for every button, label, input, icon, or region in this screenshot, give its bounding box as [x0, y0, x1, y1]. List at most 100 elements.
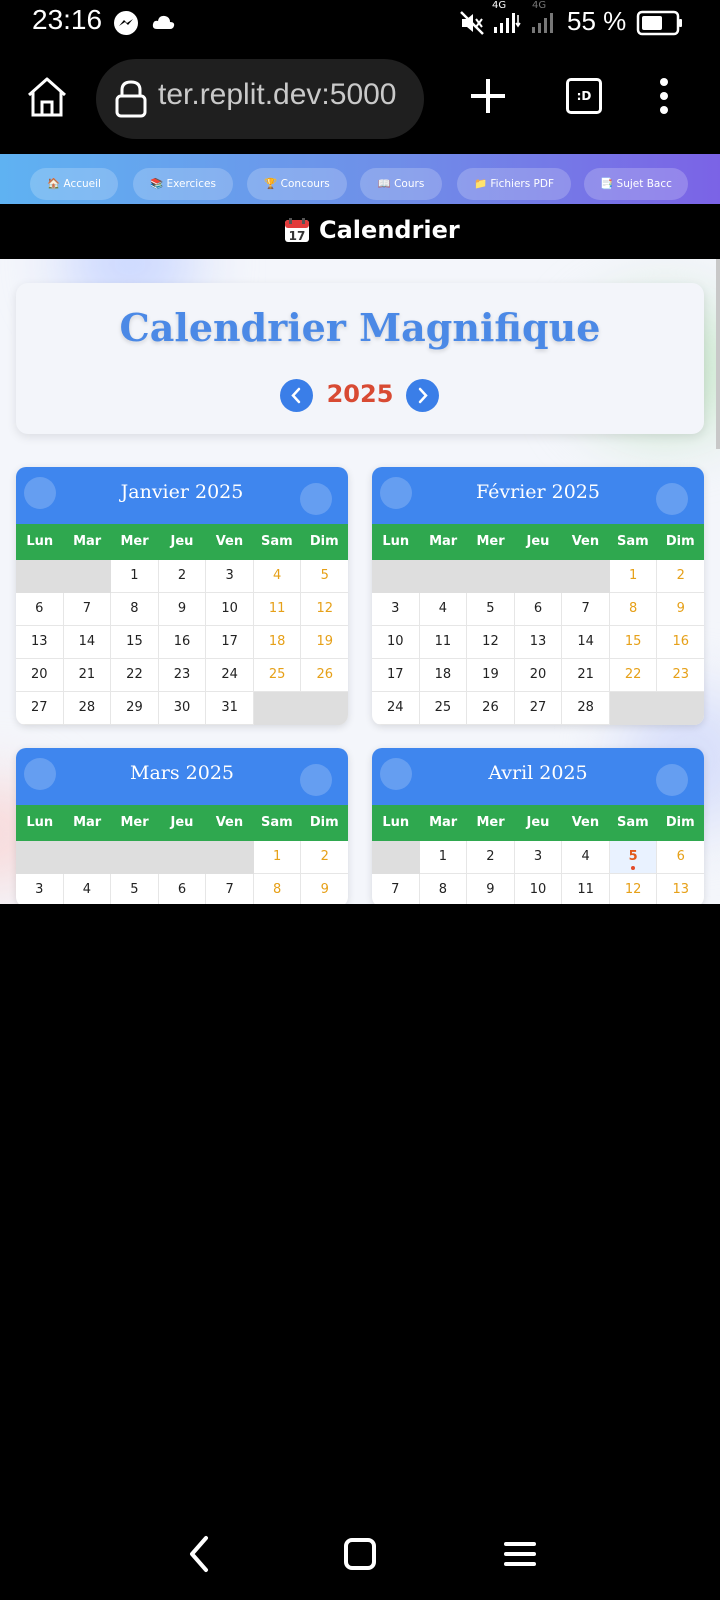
home-square-icon[interactable]: [340, 1534, 380, 1574]
day-cell[interactable]: 24: [372, 692, 420, 725]
day-cell[interactable]: 23: [158, 659, 207, 692]
day-cell[interactable]: 10: [515, 874, 563, 904]
day-cell[interactable]: 2: [301, 841, 348, 874]
day-cell[interactable]: 11: [562, 874, 610, 904]
day-cell[interactable]: 5: [301, 560, 348, 593]
day-cell[interactable]: 7: [372, 874, 420, 904]
scrollbar[interactable]: [716, 259, 720, 449]
day-cell[interactable]: 13: [16, 626, 64, 659]
back-icon[interactable]: [180, 1534, 220, 1574]
day-cell[interactable]: 15: [111, 626, 159, 659]
day-cell[interactable]: 20: [514, 659, 563, 692]
next-year-button[interactable]: [406, 379, 439, 412]
day-cell[interactable]: 9: [158, 593, 207, 626]
day-cell[interactable]: 29: [111, 692, 159, 725]
day-cell[interactable]: 5: [609, 841, 658, 874]
day-cell[interactable]: 1: [419, 841, 468, 874]
day-cell[interactable]: 21: [63, 659, 112, 692]
nav-item-sujet-bacc[interactable]: 📑 Sujet Bacc: [584, 168, 688, 200]
day-cell[interactable]: 7: [63, 593, 112, 626]
day-cell[interactable]: 4: [64, 874, 112, 904]
day-cell[interactable]: 18: [419, 659, 468, 692]
plus-icon[interactable]: [468, 76, 508, 116]
day-cell[interactable]: 20: [16, 659, 64, 692]
day-cell[interactable]: 1: [609, 560, 658, 593]
day-cell[interactable]: 22: [609, 659, 658, 692]
day-cell[interactable]: 11: [253, 593, 302, 626]
day-cell[interactable]: 19: [301, 626, 348, 659]
day-cell[interactable]: 4: [419, 593, 468, 626]
tabs-button[interactable]: :D: [566, 78, 602, 114]
day-cell[interactable]: 7: [206, 874, 254, 904]
day-cell[interactable]: 31: [206, 692, 254, 725]
day-cell[interactable]: 6: [657, 841, 704, 874]
day-cell[interactable]: 6: [159, 874, 207, 904]
day-cell[interactable]: 3: [372, 593, 420, 626]
day-cell[interactable]: 17: [206, 626, 254, 659]
day-cell[interactable]: 18: [253, 626, 302, 659]
day-cell[interactable]: 12: [301, 593, 348, 626]
url-bar[interactable]: ter.replit.dev:5000: [96, 59, 424, 139]
day-cell[interactable]: 1: [111, 560, 159, 593]
nav-item-concours[interactable]: 🏆 Concours: [247, 168, 347, 200]
day-cell[interactable]: 12: [467, 626, 515, 659]
day-cell[interactable]: 10: [372, 626, 420, 659]
day-cell[interactable]: 25: [253, 659, 302, 692]
day-cell[interactable]: 3: [16, 874, 64, 904]
day-cell[interactable]: 8: [254, 874, 302, 904]
day-cell[interactable]: 26: [467, 692, 515, 725]
day-cell[interactable]: 12: [610, 874, 658, 904]
day-cell[interactable]: 14: [63, 626, 112, 659]
day-cell[interactable]: 9: [467, 874, 515, 904]
day-cell[interactable]: 27: [16, 692, 64, 725]
day-cell[interactable]: 8: [609, 593, 658, 626]
day-cell[interactable]: 6: [16, 593, 64, 626]
day-cell[interactable]: 28: [562, 692, 610, 725]
day-cell[interactable]: 27: [514, 692, 563, 725]
day-cell[interactable]: 26: [301, 659, 348, 692]
day-cell[interactable]: 5: [467, 593, 515, 626]
url-text[interactable]: ter.replit.dev:5000: [158, 78, 397, 112]
day-cell[interactable]: 3: [514, 841, 563, 874]
day-cell[interactable]: 8: [420, 874, 468, 904]
nav-item-cours[interactable]: 📖 Cours: [360, 168, 442, 200]
day-cell[interactable]: 28: [63, 692, 112, 725]
day-cell[interactable]: 25: [419, 692, 468, 725]
day-number: 8: [273, 882, 282, 897]
day-cell[interactable]: 24: [206, 659, 254, 692]
weekday-label: Jeu: [170, 534, 194, 549]
nav-item-exercices[interactable]: 📚 Exercices: [133, 168, 233, 200]
day-cell[interactable]: 22: [111, 659, 159, 692]
day-cell[interactable]: 5: [111, 874, 159, 904]
day-cell[interactable]: 13: [514, 626, 563, 659]
day-cell[interactable]: 1: [253, 841, 302, 874]
day-cell[interactable]: 2: [158, 560, 207, 593]
day-cell[interactable]: 17: [372, 659, 420, 692]
day-cell[interactable]: 16: [657, 626, 704, 659]
day-cell[interactable]: 2: [467, 841, 515, 874]
day-cell[interactable]: 4: [253, 560, 302, 593]
day-cell[interactable]: 16: [158, 626, 207, 659]
day-cell[interactable]: 14: [562, 626, 610, 659]
day-cell[interactable]: 19: [467, 659, 515, 692]
nav-item-fichiers-pdf[interactable]: 📁 Fichiers PDF: [457, 168, 571, 200]
day-cell[interactable]: 15: [609, 626, 658, 659]
day-cell[interactable]: 7: [562, 593, 610, 626]
day-cell[interactable]: 6: [514, 593, 563, 626]
day-cell[interactable]: 30: [158, 692, 207, 725]
day-cell[interactable]: 9: [301, 874, 348, 904]
day-cell[interactable]: 3: [206, 560, 254, 593]
day-cell[interactable]: 10: [206, 593, 254, 626]
day-cell[interactable]: 23: [657, 659, 704, 692]
day-cell[interactable]: 9: [657, 593, 704, 626]
home-icon[interactable]: [24, 74, 70, 120]
day-cell[interactable]: 13: [657, 874, 704, 904]
menu-dots-icon[interactable]: [652, 76, 676, 116]
day-cell[interactable]: 8: [111, 593, 159, 626]
day-cell[interactable]: 21: [562, 659, 610, 692]
day-cell[interactable]: 2: [657, 560, 704, 593]
day-cell[interactable]: 4: [562, 841, 610, 874]
nav-item-accueil[interactable]: 🏠 Accueil: [30, 168, 118, 200]
recent-apps-icon[interactable]: [500, 1534, 540, 1574]
day-cell[interactable]: 11: [419, 626, 468, 659]
